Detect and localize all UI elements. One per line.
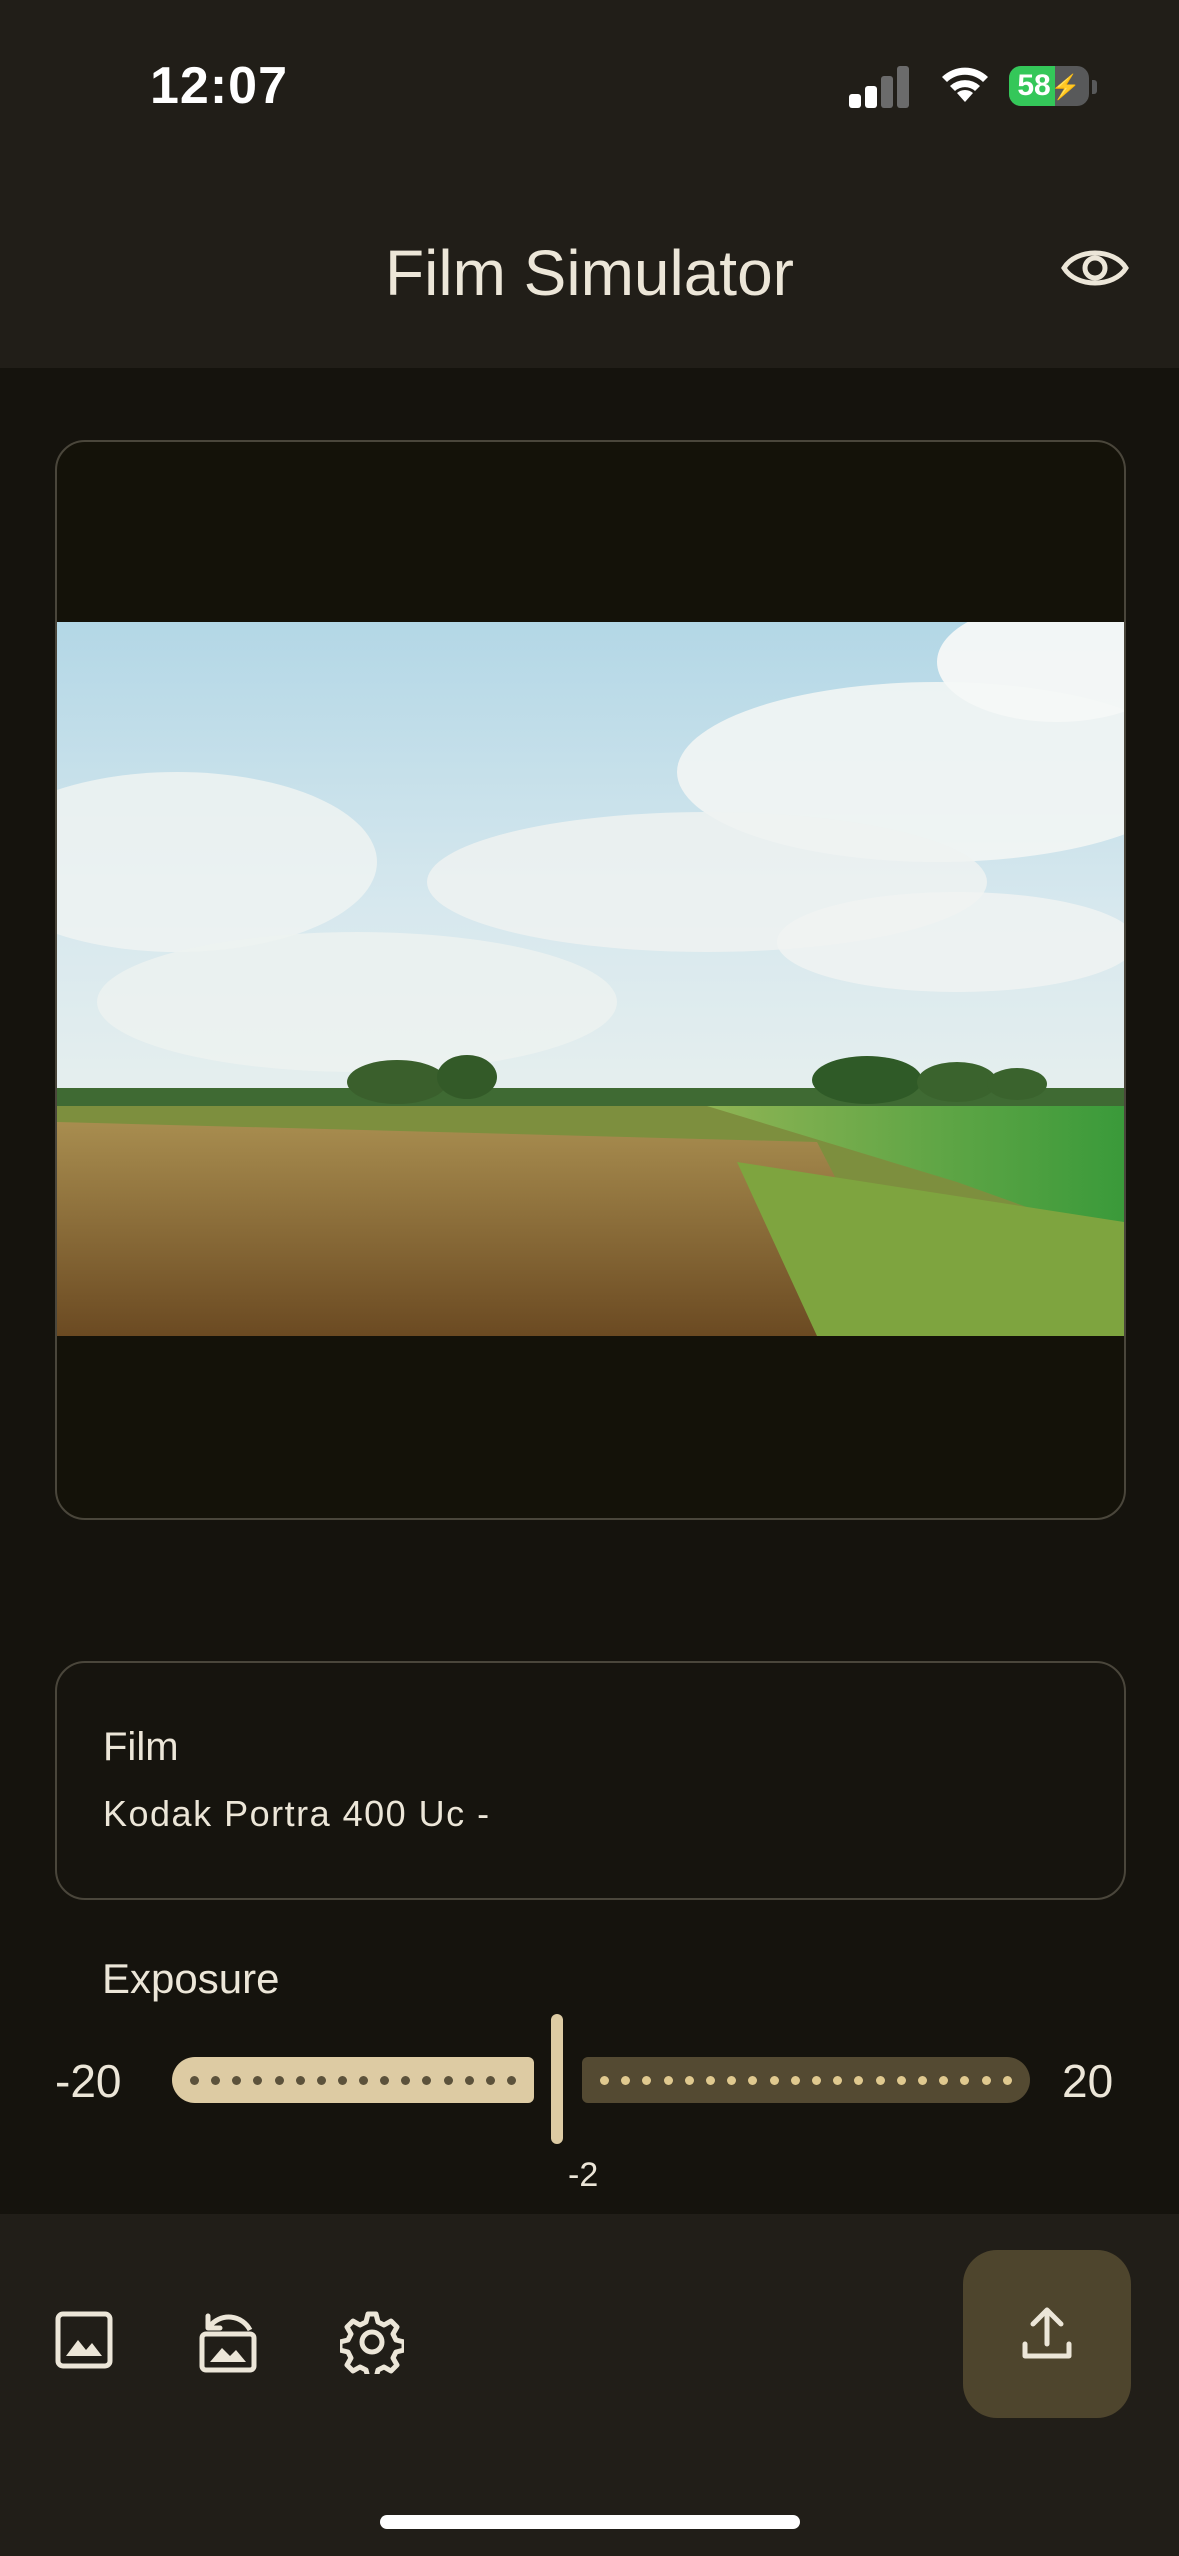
status-icons: 58⚡ [849, 60, 1097, 112]
exposure-value: -2 [568, 2156, 599, 2194]
exposure-label: Exposure [102, 1955, 280, 2002]
film-label: Film [103, 1725, 179, 1769]
slider-tick [939, 2075, 949, 2085]
gallery-icon[interactable] [54, 2310, 114, 2370]
slider-tick [875, 2075, 885, 2085]
top-bar: 12:07 58⚡ Film Simulator [0, 0, 1179, 368]
slider-tick [684, 2075, 694, 2085]
slider-tick [833, 2075, 843, 2085]
slider-tick [706, 2075, 716, 2085]
slider-tick [812, 2075, 822, 2085]
slider-tick [211, 2075, 221, 2085]
slider-tick [422, 2075, 432, 2085]
settings-icon[interactable] [340, 2310, 404, 2374]
slider-tick [401, 2075, 411, 2085]
slider-tick [253, 2075, 263, 2085]
slider-tick [464, 2075, 474, 2085]
slider-tick [854, 2075, 864, 2085]
slider-tick [443, 2075, 453, 2085]
photo-card[interactable] [55, 440, 1126, 1520]
exposure-min-label: -20 [55, 2055, 122, 2107]
slider-tick [295, 2075, 305, 2085]
battery-icon: 58⚡ [1009, 66, 1089, 106]
exposure-track-active[interactable] [172, 2057, 534, 2103]
page-title: Film Simulator [385, 237, 794, 309]
share-button[interactable] [963, 2250, 1131, 2418]
slider-tick [359, 2075, 368, 2085]
film-selector[interactable]: Film Kodak Portra 400 Uc - [55, 1661, 1126, 1900]
slider-tick [274, 2075, 284, 2085]
slider-tick [727, 2075, 737, 2085]
slider-tick [769, 2075, 779, 2085]
slider-tick [380, 2075, 390, 2085]
slider-tick [506, 2075, 516, 2085]
slider-tick [621, 2075, 631, 2085]
slider-tick [1002, 2075, 1012, 2085]
restore-image-icon[interactable] [196, 2310, 260, 2374]
slider-tick [337, 2075, 347, 2085]
exposure-max-label: 20 [1062, 2055, 1114, 2107]
slider-tick [896, 2075, 906, 2085]
slider-tick [663, 2075, 673, 2085]
slider-tick [190, 2075, 199, 2085]
slider-tick [232, 2075, 242, 2085]
slider-tick [981, 2075, 991, 2085]
exposure-track-inactive[interactable] [582, 2057, 1030, 2103]
signal-icon [849, 64, 909, 108]
film-value: Kodak Portra 400 Uc - [103, 1793, 491, 1834]
slider-tick [748, 2075, 758, 2085]
slider-tick [316, 2075, 326, 2085]
slider-tick [642, 2075, 652, 2085]
slider-tick [600, 2075, 609, 2085]
bottom-toolbar [0, 2214, 1179, 2556]
home-indicator[interactable] [380, 2515, 800, 2529]
eye-icon[interactable] [1060, 242, 1130, 294]
exposure-slider-thumb[interactable] [551, 2014, 563, 2144]
slider-tick [960, 2075, 970, 2085]
wifi-icon [942, 67, 988, 102]
slider-tick [485, 2075, 495, 2085]
photo-preview [57, 622, 1124, 1336]
status-time: 12:07 [150, 57, 288, 115]
slider-tick [790, 2075, 800, 2085]
upload-icon [1022, 2307, 1072, 2359]
slider-tick [918, 2075, 928, 2085]
